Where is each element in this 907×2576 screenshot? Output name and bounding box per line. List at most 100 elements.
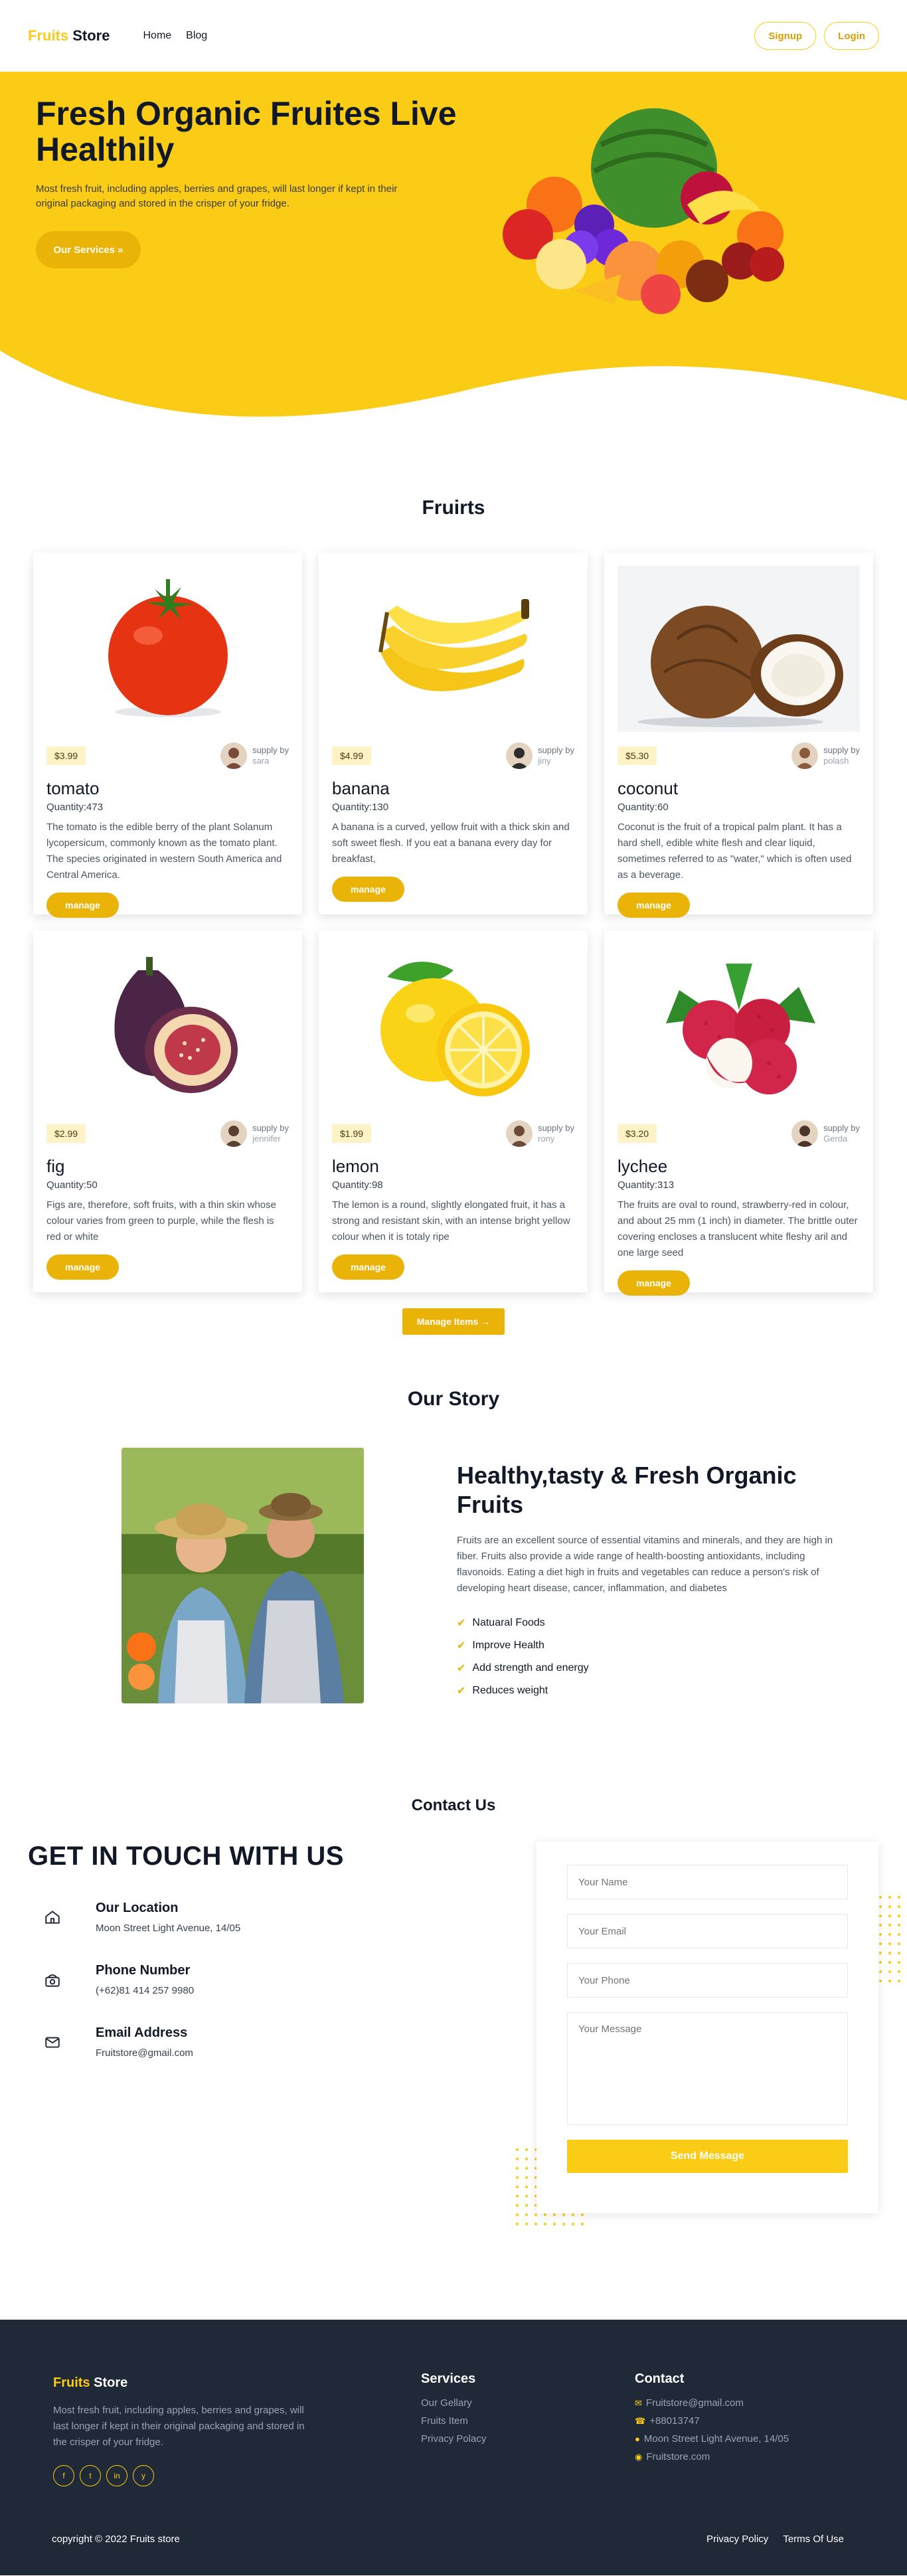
benefit-list: ✔ Natuaral Foods ✔ Improve Health ✔ Add str…: [457, 1616, 855, 1697]
benefit-item: ✔ Reduces weight: [457, 1684, 855, 1697]
story-heading: Healthy,tasty & Fresh Organic Fruits: [457, 1462, 797, 1518]
supply-label: supply by: [823, 1123, 860, 1133]
hero-wave-divider: [0, 351, 907, 430]
supplier-info: supply by rony: [506, 1120, 574, 1147]
footer-link-gallery[interactable]: Our Gellary: [421, 2397, 486, 2409]
product-card: $4.99 supply by jiny banana Quantity:130…: [319, 553, 588, 914]
benefit-item: ✔ Improve Health: [457, 1639, 855, 1652]
home-icon: [36, 1901, 69, 1934]
supplier-avatar: [220, 1120, 248, 1147]
location-pin-icon: ●: [635, 2434, 640, 2444]
product-name: tomato: [46, 778, 100, 798]
footer-contact-phone-text: +88013747: [649, 2415, 700, 2427]
lemon-image: [332, 944, 574, 1110]
email-label: Email Address: [96, 2025, 188, 2040]
footer-contact-email[interactable]: ✉ Fruitstore@gmail.com: [635, 2397, 789, 2409]
footer-link-fruits-item[interactable]: Fruits Item: [421, 2415, 486, 2427]
social-links: f t in y: [53, 2465, 312, 2486]
fruit-basket-image: [503, 108, 784, 314]
arrow-right-icon: →: [481, 1316, 491, 1327]
phone-value: (+62)81 414 257 9980: [96, 1985, 195, 1996]
our-services-button[interactable]: Our Services »: [36, 231, 141, 268]
footer-contact-list: ✉ Fruitstore@gmail.com ☎ +88013747 ● Moon S…: [635, 2397, 789, 2462]
lychee-image: [618, 944, 860, 1110]
login-button[interactable]: Login: [824, 22, 879, 50]
site-footer: Fruits Store Most fresh fruit, including…: [0, 2320, 907, 2575]
email-value: Fruitstore@gmail.com: [96, 2047, 193, 2059]
product-description: Coconut is the fruit of a tropical palm …: [618, 821, 852, 881]
product-grid: $3.99 supply by sara tomato Quantity:473…: [33, 553, 874, 1296]
product-price: $5.30: [618, 746, 657, 765]
products-section: Fruirts $3.99 supply by sara tomato Quan…: [0, 430, 907, 1335]
nav-link-blog[interactable]: Blog: [186, 30, 207, 42]
manage-button[interactable]: manage: [618, 893, 690, 918]
manage-button[interactable]: manage: [46, 1254, 119, 1280]
signup-button[interactable]: Signup: [754, 22, 817, 50]
location-value: Moon Street Light Avenue, 14/05: [96, 1923, 241, 1934]
product-price: $4.99: [332, 746, 372, 765]
story-text: Fruits are an excellent source of essent…: [457, 1535, 833, 1594]
phone-info: Phone Number (+62)81 414 257 9980: [36, 1963, 344, 1996]
supplier-name: jiny: [538, 756, 551, 766]
phone-input[interactable]: [567, 1963, 848, 1998]
check-icon: ✔: [457, 1618, 466, 1629]
nav-links: Home Blog: [143, 30, 207, 42]
product-quantity: Quantity:473: [46, 802, 104, 813]
nav-link-home[interactable]: Home: [143, 30, 171, 42]
privacy-policy-link[interactable]: Privacy Policy: [706, 2533, 768, 2545]
supplier-avatar: [791, 1120, 819, 1147]
product-price: $1.99: [332, 1124, 372, 1143]
product-name: coconut: [618, 778, 679, 798]
product-price: $3.99: [46, 746, 86, 765]
envelope-icon: ✉: [635, 2397, 642, 2408]
brand-logo[interactable]: Fruits Store: [28, 27, 110, 44]
fig-image: [46, 944, 289, 1110]
twitter-icon[interactable]: t: [80, 2465, 101, 2486]
instagram-icon[interactable]: in: [106, 2465, 127, 2486]
hero-title: Fresh Organic Fruites Live Healthily: [36, 95, 457, 168]
story-title: Our Story: [407, 1388, 500, 1410]
product-description: The fruits are oval to round, strawberry…: [618, 1199, 858, 1258]
footer-contact-phone[interactable]: ☎ +88013747: [635, 2415, 789, 2427]
footer-text: Most fresh fruit, including apples, berr…: [53, 2405, 305, 2448]
contact-title: Contact Us: [411, 1796, 496, 1814]
footer-brand-accent: Fruits: [53, 2375, 90, 2390]
message-textarea[interactable]: [567, 2012, 848, 2125]
supplier-info: supply by polash: [791, 742, 860, 769]
brand-accent: Fruits: [28, 27, 69, 44]
facebook-icon[interactable]: f: [53, 2465, 74, 2486]
supplier-name: polash: [823, 756, 849, 766]
auth-buttons: Signup Login: [754, 22, 879, 50]
product-card: $3.20 supply by Gerda lychee Quantity:31…: [604, 930, 873, 1296]
supplier-name: jennifer: [252, 1134, 281, 1144]
copyright-text: copyright © 2022 Fruits store: [52, 2533, 180, 2545]
supply-label: supply by: [538, 745, 574, 755]
footer-link-privacy[interactable]: Privacy Polacy: [421, 2433, 486, 2445]
youtube-icon[interactable]: y: [133, 2465, 154, 2486]
product-card: $3.99 supply by sara tomato Quantity:473…: [33, 553, 302, 918]
footer-contact-address[interactable]: ● Moon Street Light Avenue, 14/05: [635, 2433, 789, 2445]
manage-button[interactable]: manage: [332, 1254, 404, 1280]
product-card: $5.30 supply by polash coconut Quantity:…: [604, 553, 873, 918]
manage-button[interactable]: manage: [332, 877, 404, 902]
name-input[interactable]: [567, 1865, 848, 1899]
supplier-name: rony: [538, 1134, 555, 1144]
farmers-photo: [122, 1448, 364, 1703]
manage-button[interactable]: manage: [46, 893, 119, 918]
manage-items-button[interactable]: Manage Items →: [402, 1308, 505, 1335]
location-label: Our Location: [96, 1901, 179, 1915]
product-quantity: Quantity:130: [332, 802, 389, 813]
terms-of-use-link[interactable]: Terms Of Use: [783, 2533, 844, 2545]
footer-brand-rest: Store: [90, 2375, 128, 2390]
product-card: $1.99 supply by rony lemon Quantity:98 T…: [319, 930, 588, 1292]
product-quantity: Quantity:313: [618, 1179, 675, 1191]
footer-contact-website[interactable]: ◉ Fruitstore.com: [635, 2451, 789, 2462]
footer-brand[interactable]: Fruits Store: [53, 2375, 312, 2391]
manage-button[interactable]: manage: [618, 1270, 690, 1296]
email-input[interactable]: [567, 1914, 848, 1948]
globe-icon: ◉: [635, 2451, 643, 2462]
check-icon: ✔: [457, 1663, 466, 1674]
send-message-button[interactable]: Send Message: [567, 2140, 848, 2173]
product-description: A banana is a curved, yellow fruit with …: [332, 821, 570, 865]
check-icon: ✔: [457, 1685, 466, 1697]
